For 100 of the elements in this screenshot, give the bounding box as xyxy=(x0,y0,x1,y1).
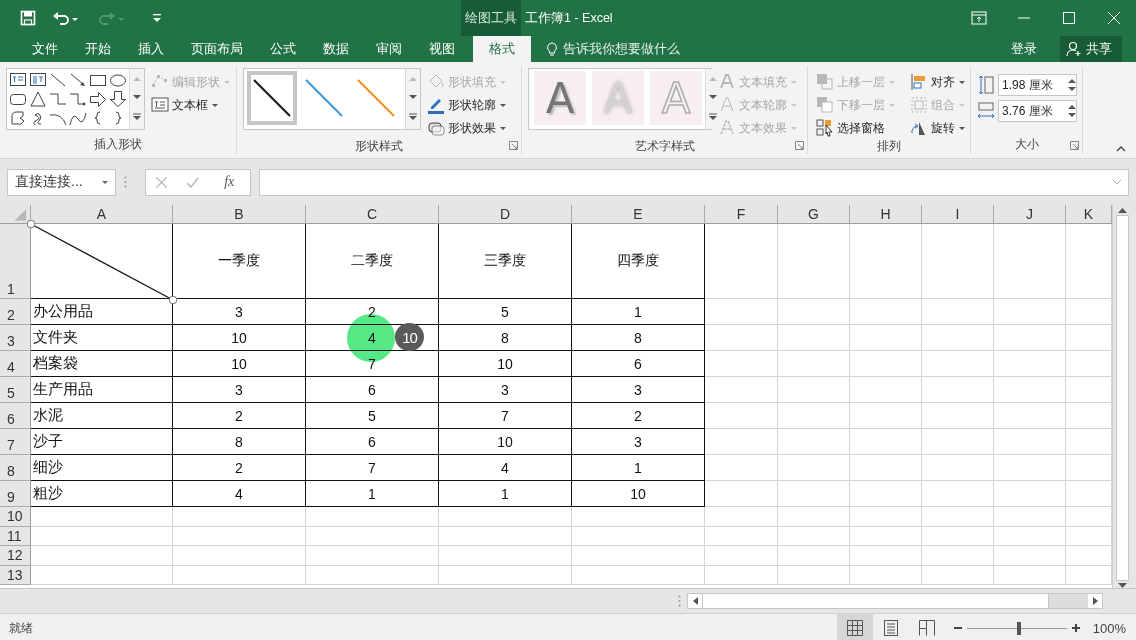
ribbon-tab[interactable]: 视图 xyxy=(416,36,468,62)
table-cell: 2 xyxy=(173,455,306,481)
ribbon-command[interactable]: 形状效果 xyxy=(425,118,509,138)
ribbon-tab[interactable]: 数据 xyxy=(310,36,362,62)
vertical-text-box-icon[interactable] xyxy=(29,70,47,89)
insert-function-button[interactable]: fx xyxy=(218,173,241,191)
caret-icon xyxy=(958,79,966,85)
spinner-icon xyxy=(1068,104,1076,118)
save-icon[interactable] xyxy=(20,10,36,26)
text-box-icon[interactable] xyxy=(9,70,27,89)
row-header[interactable]: 12 xyxy=(0,546,31,566)
ribbon-tab[interactable]: 公式 xyxy=(257,36,309,62)
letter-outline-icon xyxy=(718,96,736,114)
ribbon-command[interactable]: 文本框 xyxy=(149,95,233,115)
freeform-icon[interactable] xyxy=(9,108,27,127)
table-cell: 4 xyxy=(173,481,306,507)
column-header[interactable]: H xyxy=(850,205,922,224)
ribbon-tab[interactable]: 开始 xyxy=(72,36,124,62)
row-header[interactable]: 7 xyxy=(0,429,31,455)
dialog-launcher-icon[interactable] xyxy=(509,141,518,150)
table-cell: 8 xyxy=(572,325,705,351)
zoom-in-icon[interactable] xyxy=(1070,623,1081,633)
tell-me-box[interactable]: 告诉我你想要做什么 xyxy=(563,40,680,58)
table-cell: 生产用品 xyxy=(31,377,173,403)
height-field[interactable]: 1.98 厘米 xyxy=(998,74,1077,96)
table-cell: 文件夹 xyxy=(31,325,173,351)
collapse-ribbon-icon[interactable] xyxy=(1116,146,1126,152)
row-header[interactable]: 6 xyxy=(0,403,31,429)
bring-forward-icon xyxy=(816,73,834,91)
style-preset[interactable] xyxy=(247,71,297,125)
row-header[interactable]: 10 xyxy=(0,507,31,527)
column-header[interactable]: C xyxy=(306,205,439,224)
scrollbar-thumb[interactable] xyxy=(1115,215,1129,581)
cancel-icon[interactable] xyxy=(155,176,167,188)
caret-icon xyxy=(101,179,109,185)
scroll-up-icon[interactable] xyxy=(1117,208,1127,213)
column-header[interactable]: E xyxy=(572,205,705,224)
column-header[interactable]: A xyxy=(31,205,173,224)
down-arrow-icon[interactable] xyxy=(109,89,127,108)
status-text: 就绪 xyxy=(9,619,33,637)
width-field[interactable]: 3.76 厘米 xyxy=(998,100,1077,122)
scroll-left-button[interactable] xyxy=(688,594,702,608)
ribbon-tab[interactable]: 插入 xyxy=(125,36,177,62)
column-header[interactable]: J xyxy=(994,205,1066,224)
scrollbar-thumb[interactable] xyxy=(702,594,1049,608)
name-box[interactable]: 直接连接... xyxy=(7,168,116,196)
table-cell: 2 xyxy=(173,403,306,429)
column-header[interactable]: K xyxy=(1066,205,1112,224)
row-header[interactable]: 4 xyxy=(0,351,31,377)
ribbon-command[interactable]: 对齐 xyxy=(908,72,968,92)
dialog-launcher-icon[interactable] xyxy=(1070,141,1079,150)
dialog-launcher-icon[interactable] xyxy=(795,141,804,150)
ribbon-tab[interactable]: 文件 xyxy=(19,36,71,62)
row-header[interactable]: 2 xyxy=(0,299,31,325)
row-header[interactable]: 5 xyxy=(0,377,31,403)
column-header[interactable]: F xyxy=(705,205,778,224)
ribbon-command[interactable]: 旋转 xyxy=(908,118,968,138)
splitter-icon[interactable] xyxy=(678,595,681,607)
height-icon xyxy=(977,74,995,96)
scroll-right-button[interactable] xyxy=(1088,594,1102,608)
splitter-icon[interactable] xyxy=(124,176,127,188)
table-cell: 8 xyxy=(173,429,306,455)
row-header[interactable]: 3 xyxy=(0,325,31,351)
row-header[interactable]: 8 xyxy=(0,455,31,481)
row-header[interactable]: 1 xyxy=(0,224,31,299)
column-header[interactable]: B xyxy=(173,205,306,224)
column-header[interactable]: I xyxy=(922,205,994,224)
undo-icon[interactable] xyxy=(52,10,80,26)
ribbon-command[interactable]: 形状轮廓 xyxy=(425,95,509,115)
shape-effects-icon xyxy=(427,119,445,137)
customize-icon[interactable] xyxy=(150,11,164,25)
pen-icon xyxy=(427,96,445,114)
select-all-icon[interactable] xyxy=(0,205,31,224)
column-header[interactable]: G xyxy=(778,205,850,224)
ribbon-tab[interactable]: 格式 xyxy=(473,36,531,62)
right-arrow-icon[interactable] xyxy=(89,89,107,108)
expand-icon[interactable] xyxy=(1112,179,1122,185)
table-cell: 10 xyxy=(173,351,306,377)
ribbon-tab[interactable]: 审阅 xyxy=(363,36,415,62)
triangle-icon[interactable] xyxy=(29,89,47,108)
wordart-style[interactable]: A xyxy=(534,71,586,125)
enter-icon[interactable] xyxy=(185,176,199,188)
lightbulb-icon[interactable] xyxy=(546,41,558,57)
ribbon-tab[interactable]: 页面布局 xyxy=(178,36,256,62)
normal-view-button[interactable] xyxy=(836,614,873,640)
share-button[interactable]: 共享 xyxy=(1060,36,1122,62)
caret-icon xyxy=(958,125,966,131)
table-cell: 10 xyxy=(439,351,572,377)
selection-handle[interactable] xyxy=(168,295,177,304)
zoom-slider-thumb[interactable] xyxy=(1016,621,1021,635)
formula-input[interactable] xyxy=(259,168,1129,196)
selection-handle[interactable] xyxy=(27,220,36,229)
table-cell: 四季度 xyxy=(572,224,705,299)
ribbon-command[interactable]: 选择窗格 xyxy=(814,118,898,138)
column-header[interactable]: D xyxy=(439,205,572,224)
horizontal-scrollbar[interactable] xyxy=(687,593,1103,609)
zoom-level[interactable]: 100% xyxy=(1092,620,1126,636)
sign-in-link[interactable]: 登录 xyxy=(998,36,1050,62)
row-header[interactable]: 9 xyxy=(0,481,31,507)
caret-icon xyxy=(790,79,798,85)
